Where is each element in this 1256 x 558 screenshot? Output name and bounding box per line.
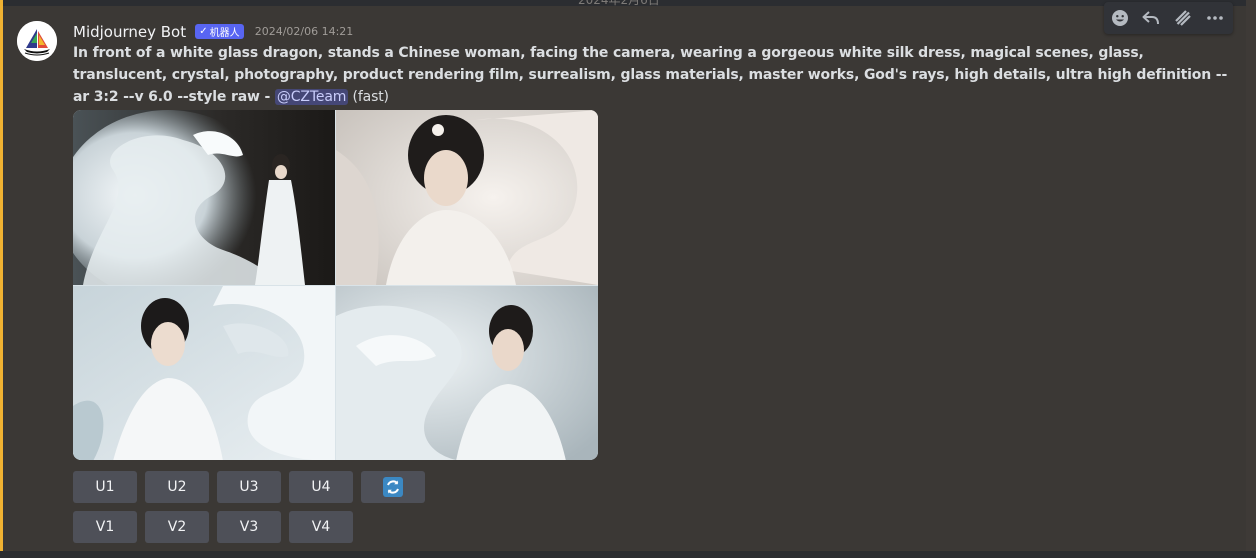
variation-button-1[interactable]: V1 <box>73 511 137 543</box>
separator: - <box>259 89 275 105</box>
upscale-button-3[interactable]: U3 <box>217 471 281 503</box>
checkmark-icon: ✓ <box>199 25 208 37</box>
scrollbar-track[interactable] <box>1246 0 1256 558</box>
button-label: V4 <box>311 519 331 535</box>
highlight-bar <box>0 0 3 558</box>
button-label: U1 <box>95 479 115 495</box>
button-label: U4 <box>311 479 331 495</box>
reply-button[interactable] <box>1139 6 1163 30</box>
user-mention[interactable]: @CZTeam <box>274 89 349 105</box>
button-label: V3 <box>239 519 259 535</box>
username[interactable]: Midjourney Bot <box>73 23 186 41</box>
upscale-button-1[interactable]: U1 <box>73 471 137 503</box>
prompt-text: In front of a white glass dragon, stands… <box>73 45 1228 105</box>
button-label: V2 <box>167 519 187 535</box>
button-label: U3 <box>239 479 259 495</box>
bottom-strip <box>0 551 1256 558</box>
variation-button-4[interactable]: V4 <box>289 511 353 543</box>
more-icon <box>1207 16 1223 20</box>
image-tile-3[interactable] <box>73 286 335 460</box>
message-content: In front of a white glass dragon, stands… <box>73 42 1238 108</box>
bot-badge-label: 机器人 <box>209 28 240 39</box>
reroll-button[interactable] <box>361 471 425 503</box>
upscale-button-2[interactable]: U2 <box>145 471 209 503</box>
add-reaction-button[interactable] <box>1108 6 1132 30</box>
variation-button-3[interactable]: V3 <box>217 511 281 543</box>
button-label: V1 <box>95 519 115 535</box>
refresh-icon <box>383 477 403 497</box>
upscale-button-4[interactable]: U4 <box>289 471 353 503</box>
image-grid[interactable] <box>73 110 598 460</box>
bot-badge: ✓ 机器人 <box>195 24 244 39</box>
speed-label: (fast) <box>348 89 389 105</box>
button-label: U2 <box>167 479 187 495</box>
reply-icon <box>1142 11 1159 25</box>
image-tile-2[interactable] <box>336 110 598 285</box>
date-divider: 2024年2月6日 <box>578 0 660 7</box>
more-button[interactable] <box>1203 6 1227 30</box>
thread-icon <box>1175 10 1191 26</box>
image-tile-4[interactable] <box>336 286 598 460</box>
add-reaction-icon <box>1112 10 1128 26</box>
avatar[interactable] <box>17 21 57 61</box>
message-header: Midjourney Bot ✓ 机器人 2024/02/06 14:21 <box>73 21 353 41</box>
image-tile-1[interactable] <box>73 110 335 285</box>
variation-button-2[interactable]: V2 <box>145 511 209 543</box>
timestamp[interactable]: 2024/02/06 14:21 <box>255 25 354 38</box>
sailboat-icon <box>17 21 57 61</box>
message-toolbar <box>1104 2 1233 34</box>
thread-button[interactable] <box>1171 6 1195 30</box>
